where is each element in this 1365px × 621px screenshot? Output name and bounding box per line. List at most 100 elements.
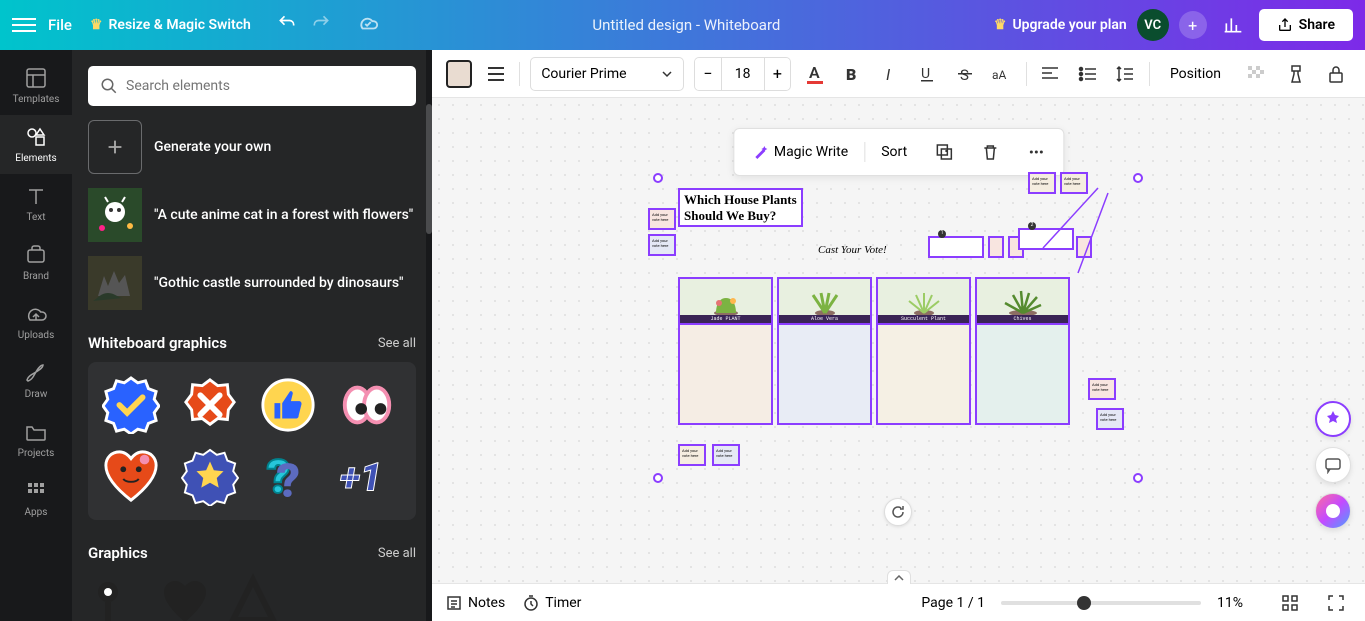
timer-button[interactable]: Timer bbox=[523, 595, 581, 611]
font-name: Courier Prime bbox=[541, 66, 626, 82]
graphic-item[interactable] bbox=[88, 572, 146, 621]
text-color-button[interactable]: A bbox=[801, 59, 828, 89]
sticky-note[interactable]: Add your vote here bbox=[678, 444, 706, 466]
nav-uploads[interactable]: Uploads bbox=[0, 292, 72, 351]
generate-your-own-button[interactable]: Generate your own bbox=[88, 120, 416, 174]
increase-size-button[interactable]: + bbox=[765, 58, 791, 90]
plant-column-2[interactable]: Aloe Vera bbox=[777, 277, 872, 425]
selection-bounds[interactable]: Add your vote here Add your vote here Ad… bbox=[658, 178, 1138, 478]
plant-column-3[interactable]: Succulent Plant bbox=[876, 277, 971, 425]
ai-assistant-button[interactable] bbox=[1315, 401, 1351, 437]
graphic-item[interactable] bbox=[156, 572, 214, 621]
zoom-slider[interactable] bbox=[1001, 601, 1201, 605]
sticker-check-badge[interactable] bbox=[102, 376, 160, 434]
add-member-button[interactable]: + bbox=[1179, 11, 1207, 39]
sticker-thumbs-up[interactable] bbox=[259, 376, 317, 434]
font-size-stepper[interactable]: − + bbox=[694, 57, 791, 91]
vote-token[interactable] bbox=[988, 236, 1004, 258]
page-indicator[interactable]: Page 1 / 1 bbox=[921, 595, 985, 611]
strikethrough-button[interactable]: S bbox=[951, 59, 978, 89]
transparency-button[interactable] bbox=[1241, 59, 1271, 89]
vote-drop-area[interactable] bbox=[777, 325, 872, 425]
notes-button[interactable]: Notes bbox=[446, 595, 505, 611]
plant-column-4[interactable]: Chives bbox=[975, 277, 1070, 425]
position-button[interactable]: Position bbox=[1160, 60, 1231, 88]
magic-write-button[interactable]: Magic Write bbox=[740, 136, 860, 168]
resize-magic-switch-button[interactable]: ♛ Resize & Magic Switch bbox=[90, 17, 251, 33]
canva-assistant-button[interactable] bbox=[1315, 493, 1351, 529]
sticker-heart-face[interactable] bbox=[102, 448, 160, 506]
decrease-size-button[interactable]: − bbox=[695, 58, 721, 90]
comments-button[interactable] bbox=[1315, 447, 1351, 483]
expand-pages-button[interactable] bbox=[887, 570, 911, 584]
zoom-thumb[interactable] bbox=[1077, 596, 1091, 610]
svg-text:I: I bbox=[886, 65, 891, 84]
ai-suggestion-2[interactable]: "Gothic castle surrounded by dinosaurs" bbox=[88, 256, 416, 310]
see-all-graphics[interactable]: See all bbox=[378, 546, 416, 561]
sticker-question[interactable]: ?? bbox=[259, 448, 317, 506]
font-family-select[interactable]: Courier Prime bbox=[530, 57, 684, 91]
sticker-star-burst[interactable] bbox=[181, 448, 239, 506]
sticky-note[interactable]: Add your vote here bbox=[648, 208, 676, 230]
delete-button[interactable] bbox=[969, 135, 1011, 169]
fill-color-button[interactable] bbox=[446, 60, 472, 88]
plant-name: Chives bbox=[977, 315, 1068, 323]
rotate-handle[interactable] bbox=[884, 498, 912, 526]
resize-handle-tl[interactable] bbox=[653, 173, 663, 183]
sticky-note[interactable]: Add your vote here bbox=[712, 444, 740, 466]
graphic-item[interactable] bbox=[224, 572, 282, 621]
undo-button[interactable] bbox=[277, 13, 297, 37]
file-menu[interactable]: File bbox=[48, 16, 72, 34]
hamburger-menu-icon[interactable] bbox=[12, 13, 36, 37]
redo-button[interactable] bbox=[311, 13, 331, 37]
underline-button[interactable]: U bbox=[913, 59, 940, 89]
duplicate-button[interactable] bbox=[923, 135, 965, 169]
vote-drop-area[interactable] bbox=[678, 325, 773, 425]
uppercase-button[interactable]: aA bbox=[988, 59, 1015, 89]
border-style-button[interactable] bbox=[482, 59, 509, 89]
whiteboard-content[interactable]: Which House Plants Should We Buy? Cast Y… bbox=[678, 188, 1118, 425]
italic-button[interactable]: I bbox=[876, 59, 903, 89]
see-all-whiteboard[interactable]: See all bbox=[378, 336, 416, 351]
share-button[interactable]: Share bbox=[1259, 9, 1353, 41]
upgrade-plan-button[interactable]: ♛ Upgrade your plan bbox=[994, 17, 1127, 33]
nav-apps[interactable]: Apps bbox=[0, 469, 72, 528]
spacing-button[interactable] bbox=[1112, 59, 1139, 89]
voting-area-label[interactable]: 1 bbox=[928, 236, 984, 258]
nav-brand[interactable]: Brand bbox=[0, 233, 72, 292]
elements-icon bbox=[24, 125, 48, 149]
font-size-input[interactable] bbox=[721, 58, 765, 90]
bold-button[interactable]: B bbox=[839, 59, 866, 89]
copy-style-button[interactable] bbox=[1281, 59, 1311, 89]
bullet-list-button[interactable] bbox=[1074, 59, 1101, 89]
search-field[interactable] bbox=[126, 78, 404, 94]
nav-draw[interactable]: Draw bbox=[0, 351, 72, 410]
lock-button[interactable] bbox=[1321, 59, 1351, 89]
resize-handle-bl[interactable] bbox=[653, 473, 663, 483]
plant-column-1[interactable]: Jade PLANT bbox=[678, 277, 773, 425]
sort-button[interactable]: Sort bbox=[869, 136, 919, 168]
sticker-plus-one[interactable]: +1 bbox=[338, 448, 396, 506]
search-elements-input[interactable] bbox=[88, 66, 416, 106]
vote-drop-area[interactable] bbox=[975, 325, 1070, 425]
resize-handle-br[interactable] bbox=[1133, 473, 1143, 483]
alignment-button[interactable] bbox=[1037, 59, 1064, 89]
nav-elements[interactable]: Elements bbox=[0, 115, 72, 174]
sticker-eyes[interactable] bbox=[338, 376, 396, 434]
zoom-percent[interactable]: 11% bbox=[1217, 595, 1259, 611]
vote-drop-area[interactable] bbox=[876, 325, 971, 425]
document-title[interactable]: Untitled design - Whiteboard bbox=[391, 16, 982, 34]
nav-projects[interactable]: Projects bbox=[0, 410, 72, 469]
nav-templates[interactable]: Templates bbox=[0, 56, 72, 115]
sticker-x-badge[interactable] bbox=[181, 376, 239, 434]
more-options-button[interactable] bbox=[1015, 135, 1057, 169]
grid-view-button[interactable] bbox=[1275, 588, 1305, 618]
nav-text[interactable]: Text bbox=[0, 174, 72, 233]
ai-suggestion-1[interactable]: "A cute anime cat in a forest with flowe… bbox=[88, 188, 416, 242]
fullscreen-button[interactable] bbox=[1321, 588, 1351, 618]
sticky-note[interactable]: Add your vote here bbox=[648, 234, 676, 256]
canvas[interactable]: Magic Write Sort Add your vote here Add … bbox=[432, 98, 1365, 583]
insights-button[interactable] bbox=[1217, 9, 1249, 41]
cloud-sync-icon[interactable] bbox=[357, 12, 379, 38]
user-avatar[interactable]: VC bbox=[1137, 9, 1169, 41]
